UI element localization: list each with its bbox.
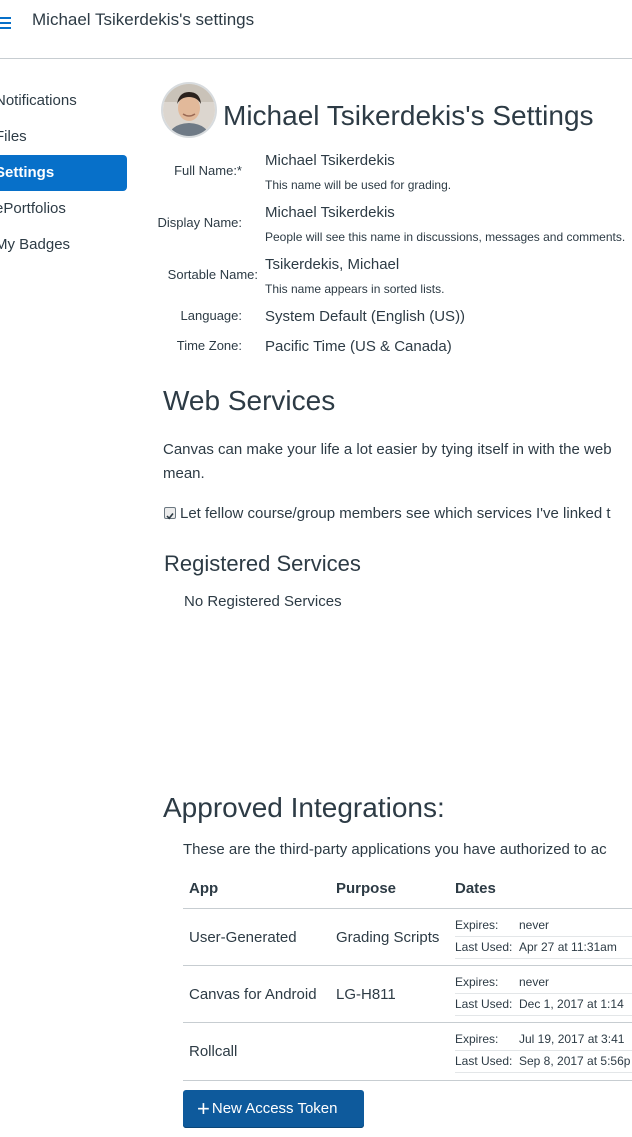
last-used-label: Last Used: xyxy=(455,940,513,954)
full-name-hint: This name will be used for grading. xyxy=(265,178,452,192)
sortable-name-label: Sortable Name: xyxy=(167,267,258,282)
web-services-heading: Web Services xyxy=(163,385,336,416)
display-name-label: Display Name: xyxy=(157,215,242,230)
web-services-description: Canvas can make your life a lot easier b… xyxy=(163,441,612,458)
no-registered-services-text: No Registered Services xyxy=(184,593,342,610)
date-divider xyxy=(455,936,632,937)
expires-value: never xyxy=(519,975,550,989)
expires-label: Expires: xyxy=(455,918,499,932)
display-name-hint: People will see this name in discussions… xyxy=(265,230,626,244)
page-title: Michael Tsikerdekis's Settings xyxy=(223,100,594,131)
top-bar: Michael Tsikerdekis's settings xyxy=(0,0,632,59)
row-app: Canvas for Android xyxy=(189,986,317,1003)
expires-label: Expires: xyxy=(455,1032,499,1046)
sidebar-item-eportfolios[interactable]: ePortfolios xyxy=(0,191,127,227)
expires-value: Jul 19, 2017 at 3:41 xyxy=(519,1032,625,1046)
checkmark-icon xyxy=(166,513,174,520)
registered-services-heading: Registered Services xyxy=(164,551,361,576)
date-divider xyxy=(455,1072,632,1073)
time-zone-value: Pacific Time (US & Canada) xyxy=(265,338,452,355)
new-access-token-button[interactable]: + New Access Token xyxy=(183,1090,364,1128)
date-divider xyxy=(455,958,632,959)
web-services-description-cont: mean. xyxy=(163,465,205,482)
sidebar-item-notifications[interactable]: Notifications xyxy=(0,83,127,119)
sidebar-nav: Notifications Files Settings ePortfolios… xyxy=(0,83,127,263)
sortable-name-value: Tsikerdekis, Michael xyxy=(265,256,400,273)
row-purpose: LG-H811 xyxy=(336,986,396,1003)
last-used-value: Sep 8, 2017 at 5:56p xyxy=(519,1054,631,1068)
approved-integrations-description: These are the third-party applications y… xyxy=(183,841,607,858)
row-app: User-Generated xyxy=(189,929,297,946)
table-row: Canvas for Android LG-H811 Expires: neve… xyxy=(183,965,632,1023)
expires-value: never xyxy=(519,918,550,932)
column-header-app: App xyxy=(189,880,219,897)
sidebar-item-my-badges[interactable]: My Badges xyxy=(0,227,127,263)
last-used-value: Dec 1, 2017 at 1:14 xyxy=(519,997,624,1011)
full-name-label: Full Name:* xyxy=(174,163,242,178)
row-app: Rollcall xyxy=(189,1043,238,1060)
column-header-dates: Dates xyxy=(455,880,496,897)
last-used-value: Apr 27 at 11:31am xyxy=(519,940,617,954)
avatar[interactable] xyxy=(163,84,215,136)
row-purpose: Grading Scripts xyxy=(336,929,440,946)
language-value: System Default (English (US)) xyxy=(265,308,466,325)
time-zone-label: Time Zone: xyxy=(176,338,242,353)
language-label: Language: xyxy=(180,308,242,323)
plus-icon: + xyxy=(197,1096,210,1121)
table-row: User-Generated Grading Scripts Expires: … xyxy=(183,908,632,966)
last-used-label: Last Used: xyxy=(455,1054,513,1068)
sidebar-item-settings[interactable]: Settings xyxy=(0,155,127,191)
sortable-name-hint: This name appears in sorted lists. xyxy=(265,282,445,296)
table-row: Rollcall Expires: Jul 19, 2017 at 3:41 L… xyxy=(183,1022,632,1081)
breadcrumb-title: Michael Tsikerdekis's settings xyxy=(32,10,255,29)
sidebar-item-files[interactable]: Files xyxy=(0,119,127,155)
column-header-purpose: Purpose xyxy=(336,880,397,897)
hamburger-menu-icon[interactable] xyxy=(0,14,15,32)
share-services-checkbox[interactable] xyxy=(164,507,176,520)
display-name-value: Michael Tsikerdekis xyxy=(265,204,395,221)
avatar-photo-icon xyxy=(163,84,215,136)
approved-integrations-heading: Approved Integrations: xyxy=(163,792,445,823)
date-divider xyxy=(455,1015,632,1016)
date-divider xyxy=(455,993,632,994)
full-name-value: Michael Tsikerdekis xyxy=(265,152,395,169)
last-used-label: Last Used: xyxy=(455,997,513,1011)
new-access-token-label: New Access Token xyxy=(211,1100,338,1117)
date-divider xyxy=(455,1050,632,1051)
share-services-label[interactable]: Let fellow course/group members see whic… xyxy=(180,505,611,522)
expires-label: Expires: xyxy=(455,975,499,989)
